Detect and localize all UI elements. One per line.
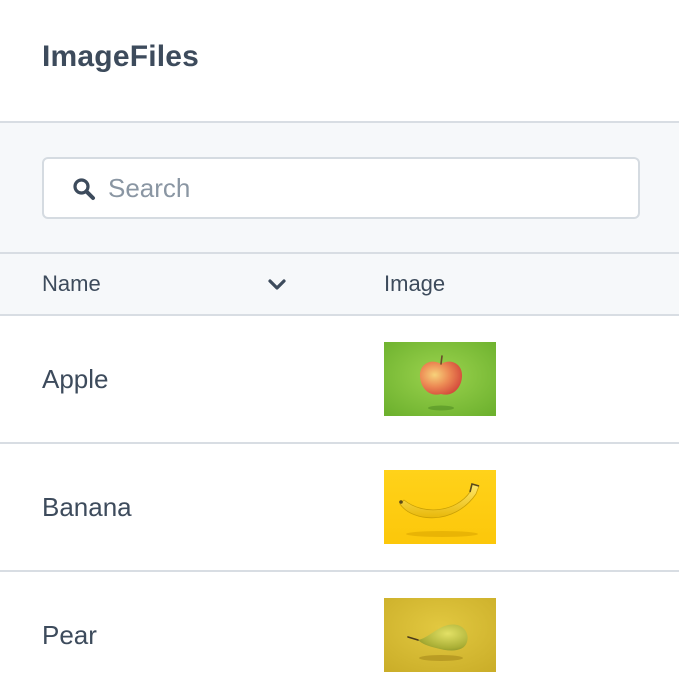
page-title: ImageFiles xyxy=(42,40,200,73)
row-name-cell: Apple xyxy=(42,364,109,394)
pear-thumbnail xyxy=(384,598,496,672)
page-header: ImageFiles xyxy=(0,0,679,123)
table-row[interactable]: Apple xyxy=(0,316,679,444)
column-header-image: Image xyxy=(384,271,446,296)
chevron-down-icon[interactable] xyxy=(262,270,292,300)
search-input[interactable] xyxy=(108,169,628,207)
search-icon xyxy=(72,177,96,201)
banana-thumbnail xyxy=(384,470,496,544)
search-band xyxy=(0,123,679,254)
table-header: Name Image xyxy=(0,254,679,316)
row-name-cell: Pear xyxy=(42,620,97,650)
search-box[interactable] xyxy=(42,157,640,219)
apple-thumbnail xyxy=(384,342,496,416)
table-body: Apple Banana Pear xyxy=(0,316,679,698)
table-row[interactable]: Pear xyxy=(0,572,679,698)
image-files-page: ImageFiles Name Image Apple xyxy=(0,0,679,698)
column-header-name[interactable]: Name xyxy=(42,271,101,297)
table-row[interactable]: Banana xyxy=(0,444,679,572)
row-name-cell: Banana xyxy=(42,492,132,522)
